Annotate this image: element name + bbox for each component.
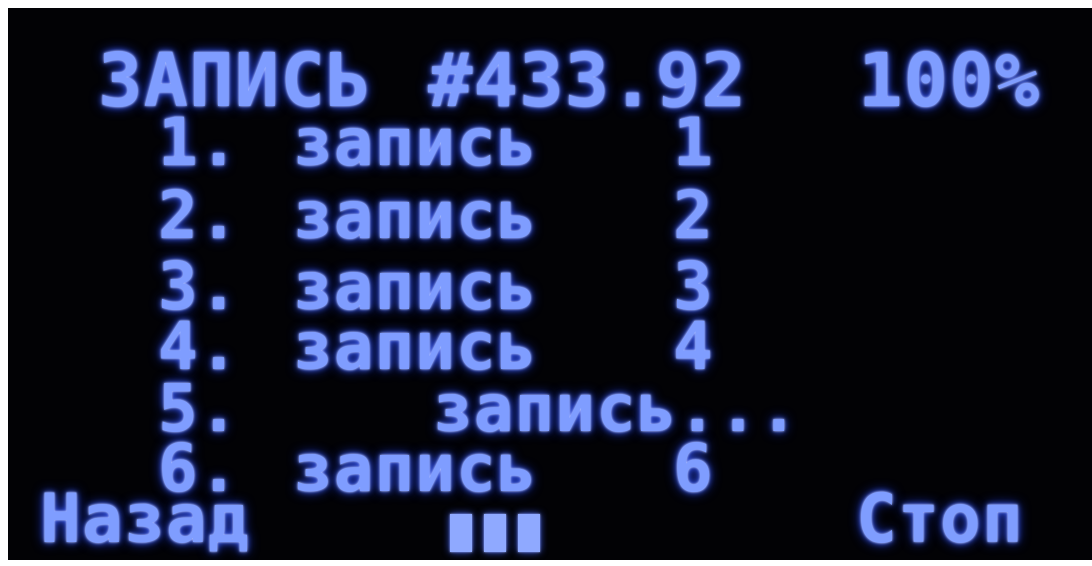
bar-segment (484, 514, 506, 552)
record-index: 6 (673, 430, 714, 507)
oled-screen: ЗАПИСЬ #433.92 100% 1. запись 1 2. запис… (8, 8, 1092, 560)
record-item-1[interactable]: запись (293, 110, 537, 176)
record-item-6[interactable]: запись (293, 436, 537, 502)
device-frame: ЗАПИСЬ #433.92 100% 1. запись 1 2. запис… (0, 0, 1092, 566)
record-item-2[interactable]: запись (293, 183, 537, 249)
battery-percent: 100% (858, 38, 1041, 124)
record-number: 1. (158, 104, 240, 181)
record-index: 1 (673, 104, 714, 181)
back-button[interactable]: Назад (40, 486, 250, 554)
bar-segment (450, 514, 472, 552)
record-index: 2 (673, 177, 714, 254)
stop-button[interactable]: Стоп (856, 486, 1024, 554)
three-bars-icon[interactable] (450, 514, 546, 554)
record-number: 2. (158, 177, 240, 254)
bar-segment (518, 514, 540, 552)
